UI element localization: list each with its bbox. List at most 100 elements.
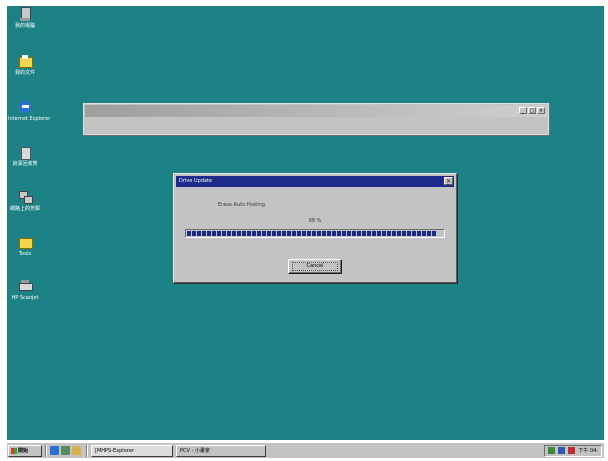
windows-logo-icon — [11, 447, 17, 454]
progress-block — [202, 231, 206, 236]
progress-block — [217, 231, 221, 236]
focus-ring — [292, 262, 338, 271]
progress-block — [342, 231, 346, 236]
progress-block — [252, 231, 256, 236]
progress-block — [337, 231, 341, 236]
progress-block — [432, 231, 436, 236]
progress-percent: 98 % — [308, 218, 322, 224]
progress-block — [377, 231, 381, 236]
desktop-icon-tools[interactable]: Tools — [8, 234, 42, 257]
progress-block — [267, 231, 271, 236]
taskbar-separator — [86, 444, 88, 457]
progress-block — [372, 231, 376, 236]
ime-icon[interactable] — [568, 447, 576, 454]
progress-block — [417, 231, 421, 236]
minimize-button[interactable]: _ — [519, 107, 527, 114]
progress-block — [427, 231, 431, 236]
dialog-close-button[interactable]: × — [444, 177, 453, 185]
close-button[interactable]: × — [537, 107, 545, 114]
desktop-icon-label: 網路上的芳鄰 — [9, 206, 40, 212]
progress-fill — [187, 231, 437, 236]
progress-block — [397, 231, 401, 236]
scanner-icon — [17, 278, 33, 294]
clock: 下午 04: — [578, 448, 598, 454]
folder-icon — [17, 234, 33, 250]
progress-block — [272, 231, 276, 236]
desktop: 我的電腦 我的文件 Internet Explorer 資源回收筒 網路上的芳鄰 — [7, 6, 604, 440]
taskbar-task-paint[interactable]: PCV - 小畫家 — [176, 444, 266, 457]
progress-bar — [185, 229, 445, 238]
progress-block — [392, 231, 396, 236]
progress-block — [382, 231, 386, 236]
window-menu-bar[interactable] — [84, 118, 548, 126]
computer-icon — [17, 6, 33, 22]
background-window[interactable]: _ □ × — [83, 103, 549, 135]
desktop-icon-label: 資源回收筒 — [12, 161, 38, 167]
desktop-icon-label: 我的電腦 — [14, 23, 35, 29]
system-tray: 下午 04: — [544, 444, 602, 457]
progress-block — [247, 231, 251, 236]
progress-block — [332, 231, 336, 236]
start-label: 開始 — [18, 447, 29, 454]
desktop-icon-label: Tools — [18, 251, 32, 257]
progress-block — [362, 231, 366, 236]
window-title-bar[interactable]: _ □ × — [85, 105, 547, 117]
desktop-icon-hp-scanjet[interactable]: HP Scanjet — [8, 278, 42, 301]
desktop-icon-my-documents[interactable]: 我的文件 — [8, 53, 42, 76]
progress-block — [327, 231, 331, 236]
progress-block — [232, 231, 236, 236]
desktop-icon-label: HP Scanjet — [11, 295, 39, 301]
progress-block — [262, 231, 266, 236]
progress-block — [292, 231, 296, 236]
internet-explorer-icon — [17, 99, 33, 115]
network-tray-icon[interactable] — [558, 447, 566, 454]
network-icon — [17, 189, 33, 205]
desktop-icon-label: 我的文件 — [14, 70, 35, 76]
desktop-icon-network[interactable]: 網路上的芳鄰 — [8, 189, 42, 212]
dialog-title-bar[interactable]: Drive Update × — [176, 176, 454, 187]
progress-block — [312, 231, 316, 236]
progress-block — [237, 231, 241, 236]
progress-block — [277, 231, 281, 236]
progress-block — [357, 231, 361, 236]
progress-block — [352, 231, 356, 236]
desktop-icon-label: Internet Explorer — [8, 116, 51, 122]
progress-block — [297, 231, 301, 236]
maximize-button[interactable]: □ — [528, 107, 536, 114]
taskbar: 開始 [MHPS-Explorer PCV - 小畫家 下午 04: — [7, 442, 604, 458]
progress-block — [222, 231, 226, 236]
progress-block — [227, 231, 231, 236]
progress-block — [422, 231, 426, 236]
progress-block — [257, 231, 261, 236]
folder-icon — [17, 53, 33, 69]
progress-block — [282, 231, 286, 236]
ie-icon[interactable] — [50, 446, 59, 455]
taskbar-separator — [45, 444, 47, 457]
desktop-icon[interactable] — [61, 446, 70, 455]
progress-block — [302, 231, 306, 236]
progress-block — [187, 231, 191, 236]
outlook-icon[interactable] — [72, 446, 81, 455]
dialog-title: Drive Update — [179, 178, 213, 184]
volume-icon[interactable] — [548, 447, 556, 454]
taskbar-task-explorer[interactable]: [MHPS-Explorer — [91, 444, 173, 457]
progress-block — [307, 231, 311, 236]
progress-block — [317, 231, 321, 236]
progress-block — [387, 231, 391, 236]
dialog-status-text: Erase Auto Posting — [218, 202, 265, 208]
cancel-button[interactable]: Cancel — [288, 259, 342, 274]
start-button[interactable]: 開始 — [8, 444, 42, 457]
progress-block — [412, 231, 416, 236]
progress-block — [197, 231, 201, 236]
desktop-icon-recycle-bin[interactable]: 資源回收筒 — [8, 144, 42, 167]
progress-block — [207, 231, 211, 236]
progress-block — [212, 231, 216, 236]
desktop-icon-internet-explorer[interactable]: Internet Explorer — [8, 99, 51, 122]
update-dialog[interactable]: Drive Update × Erase Auto Posting 98 % C… — [173, 173, 457, 283]
progress-block — [347, 231, 351, 236]
progress-block — [407, 231, 411, 236]
desktop-icon-my-computer[interactable]: 我的電腦 — [8, 6, 42, 29]
progress-block — [242, 231, 246, 236]
recycle-bin-icon — [17, 144, 33, 160]
progress-block — [322, 231, 326, 236]
